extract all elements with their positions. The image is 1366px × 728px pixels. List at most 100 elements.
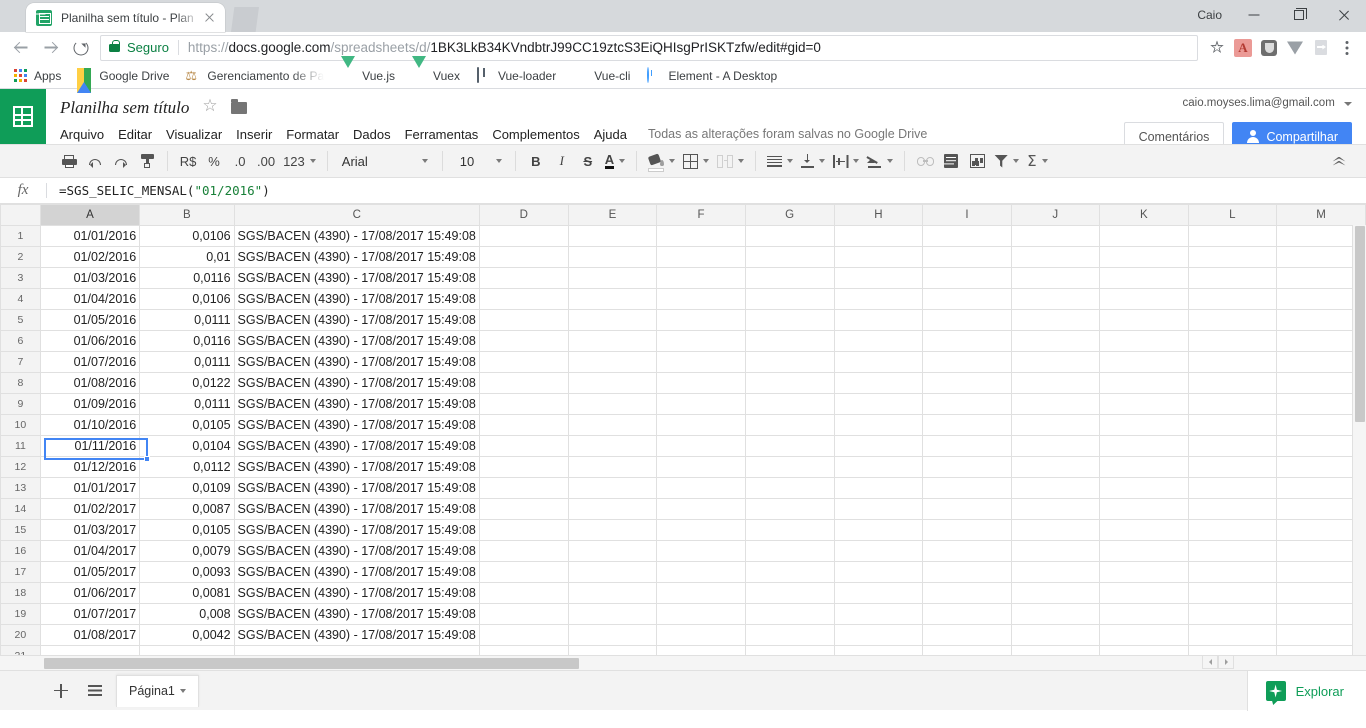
italic-button[interactable]: I — [549, 148, 575, 174]
row-header[interactable]: 1 — [0, 225, 41, 247]
font-family-select[interactable]: Arial — [335, 148, 435, 174]
grid-cell[interactable] — [1187, 414, 1278, 436]
grid-cell[interactable] — [922, 330, 1012, 352]
grid-cell[interactable] — [567, 246, 658, 268]
grid-cell[interactable] — [656, 561, 746, 583]
grid-cell[interactable] — [922, 435, 1012, 457]
grid-cell[interactable] — [1099, 351, 1189, 373]
grid-cell[interactable] — [656, 288, 746, 310]
grid-cell[interactable] — [656, 603, 746, 625]
grid-cell[interactable] — [567, 540, 658, 562]
bookmark-vue-loader[interactable]: Vue-loader — [468, 65, 564, 87]
grid-cell[interactable] — [1187, 477, 1278, 499]
explore-button[interactable]: Explorar — [1246, 671, 1366, 711]
grid-cell[interactable]: 0,0087 — [139, 498, 235, 520]
grid-cell[interactable] — [39, 645, 141, 655]
grid-cell[interactable] — [1099, 288, 1189, 310]
grid-cell[interactable] — [833, 435, 924, 457]
grid-cell[interactable] — [1010, 309, 1101, 331]
grid-cell[interactable] — [656, 456, 746, 478]
row-header[interactable]: 12 — [0, 456, 41, 478]
grid-cell[interactable]: SGS/BACEN (4390) - 17/08/2017 15:49:08 — [233, 330, 480, 352]
insert-comment-button[interactable] — [938, 148, 964, 174]
grid-cell[interactable] — [1187, 330, 1278, 352]
grid-cell[interactable] — [1010, 225, 1101, 247]
paint-format-button[interactable] — [134, 148, 160, 174]
grid-cell[interactable] — [478, 435, 569, 457]
grid-cell[interactable] — [744, 540, 835, 562]
grid-cell[interactable]: 0,0042 — [139, 624, 235, 646]
grid-cell[interactable] — [744, 645, 835, 655]
grid-cell[interactable] — [478, 330, 569, 352]
grid-cell[interactable] — [744, 288, 835, 310]
close-tab-icon[interactable] — [201, 10, 217, 26]
sheet-tab-pagina1[interactable]: Página1 — [116, 674, 199, 707]
grid-cell[interactable] — [833, 267, 924, 289]
collapse-toolbar-button[interactable] — [1326, 148, 1352, 174]
grid-cell[interactable] — [922, 225, 1012, 247]
grid-cell[interactable]: SGS/BACEN (4390) - 17/08/2017 15:49:08 — [233, 414, 480, 436]
grid-cell[interactable] — [567, 498, 658, 520]
grid-cell[interactable] — [1099, 561, 1189, 583]
grid-cell[interactable] — [656, 519, 746, 541]
grid-cell[interactable] — [1099, 393, 1189, 415]
folder-icon[interactable] — [231, 99, 248, 114]
menu-ajuda[interactable]: Ajuda — [587, 124, 634, 145]
menu-ferramentas[interactable]: Ferramentas — [398, 124, 486, 145]
grid-cell[interactable] — [1010, 561, 1101, 583]
column-header-h[interactable]: H — [833, 204, 924, 226]
redo-button[interactable] — [108, 148, 134, 174]
grid-cell[interactable] — [1099, 477, 1189, 499]
grid-cell[interactable] — [744, 246, 835, 268]
strikethrough-button[interactable]: S — [575, 148, 601, 174]
grid-cell[interactable]: 01/03/2016 — [39, 267, 141, 289]
grid-cell[interactable] — [833, 645, 924, 655]
grid-cell[interactable] — [1099, 519, 1189, 541]
grid-cell[interactable] — [1099, 330, 1189, 352]
grid-cell[interactable] — [567, 372, 658, 394]
column-header-d[interactable]: D — [478, 204, 569, 226]
grid-cell[interactable] — [1187, 225, 1278, 247]
chevron-down-icon[interactable] — [179, 689, 186, 693]
column-header-i[interactable]: I — [922, 204, 1012, 226]
grid-cell[interactable] — [922, 582, 1012, 604]
currency-format-button[interactable]: R$ — [175, 148, 201, 174]
grid-cell[interactable] — [922, 351, 1012, 373]
grid-cell[interactable] — [744, 372, 835, 394]
grid-cell[interactable] — [1099, 435, 1189, 457]
functions-button[interactable]: Σ — [1023, 148, 1051, 174]
close-window-icon[interactable] — [1321, 0, 1366, 30]
star-icon[interactable] — [1204, 35, 1230, 61]
grid-cell[interactable] — [922, 288, 1012, 310]
grid-cell[interactable] — [833, 624, 924, 646]
bold-button[interactable]: B — [523, 148, 549, 174]
menu-dados[interactable]: Dados — [346, 124, 398, 145]
bookmark-gerenciamento[interactable]: ⚖ Gerenciamento de Pa — [177, 65, 332, 87]
grid-cell[interactable]: SGS/BACEN (4390) - 17/08/2017 15:49:08 — [233, 309, 480, 331]
grid-cell[interactable] — [567, 435, 658, 457]
grid-cell[interactable] — [833, 330, 924, 352]
row-header[interactable]: 21 — [0, 645, 41, 655]
grid-cell[interactable] — [922, 309, 1012, 331]
grid-cell[interactable] — [922, 603, 1012, 625]
grid-cell[interactable] — [833, 225, 924, 247]
grid-cell[interactable] — [567, 603, 658, 625]
grid-cell[interactable] — [567, 561, 658, 583]
account-row[interactable]: caio.moyses.lima@gmail.com — [1124, 97, 1352, 117]
grid-cell[interactable]: 0,0081 — [139, 582, 235, 604]
grid-cell[interactable] — [744, 351, 835, 373]
grid-cell[interactable] — [139, 645, 235, 655]
grid-cell[interactable]: 0,0112 — [139, 456, 235, 478]
menu-editar[interactable]: Editar — [111, 124, 159, 145]
text-rotation-button[interactable] — [863, 148, 897, 174]
grid-cell[interactable] — [744, 582, 835, 604]
grid-cell[interactable] — [1010, 498, 1101, 520]
scroll-right-icon[interactable] — [1218, 655, 1234, 669]
grid-cell[interactable] — [233, 645, 480, 655]
print-button[interactable] — [56, 148, 82, 174]
maximize-icon[interactable] — [1276, 0, 1321, 30]
horizontal-align-button[interactable] — [763, 148, 797, 174]
bookmark-google-drive[interactable]: Google Drive — [69, 65, 177, 93]
adobe-pdf-extension-icon[interactable] — [1230, 35, 1256, 61]
grid-cell[interactable] — [1010, 246, 1101, 268]
